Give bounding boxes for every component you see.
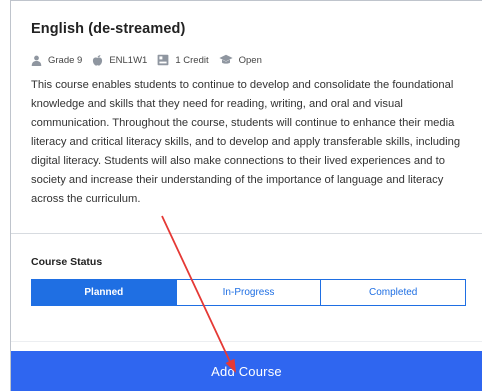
grade-text: Grade 9: [48, 54, 83, 66]
status-planned-button[interactable]: Planned: [31, 279, 177, 306]
course-description: This course enables students to continue…: [31, 79, 461, 205]
graduation-cap-icon: [219, 54, 233, 64]
course-details: English (de-streamed) Grade 9 ENL1W1 1 C…: [11, 1, 482, 233]
course-meta: Grade 9 ENL1W1 1 Credit Open: [31, 54, 462, 66]
course-card: English (de-streamed) Grade 9 ENL1W1 1 C…: [10, 0, 482, 391]
status-in-progress-button[interactable]: In-Progress: [176, 279, 322, 306]
course-status-section: Course Status Planned In-Progress Comple…: [11, 234, 482, 344]
meta-credit: 1 Credit: [157, 54, 209, 66]
course-status-selector: Planned In-Progress Completed: [31, 279, 467, 306]
apple-icon: [93, 55, 103, 66]
meta-code: ENL1W1: [92, 54, 147, 66]
code-text: ENL1W1: [109, 54, 148, 66]
course-title: English (de-streamed): [31, 21, 186, 37]
meta-availability: Open: [219, 54, 262, 66]
meta-grade: Grade 9: [31, 55, 82, 66]
course-status-label: Course Status: [31, 256, 103, 268]
credit-text: 1 Credit: [175, 54, 209, 66]
person-icon: [31, 55, 42, 66]
add-course-button[interactable]: Add Course: [11, 351, 482, 391]
availability-text: Open: [238, 54, 262, 66]
status-completed-button[interactable]: Completed: [321, 279, 467, 306]
footer-divider: [11, 341, 482, 342]
book-icon: [157, 54, 169, 66]
